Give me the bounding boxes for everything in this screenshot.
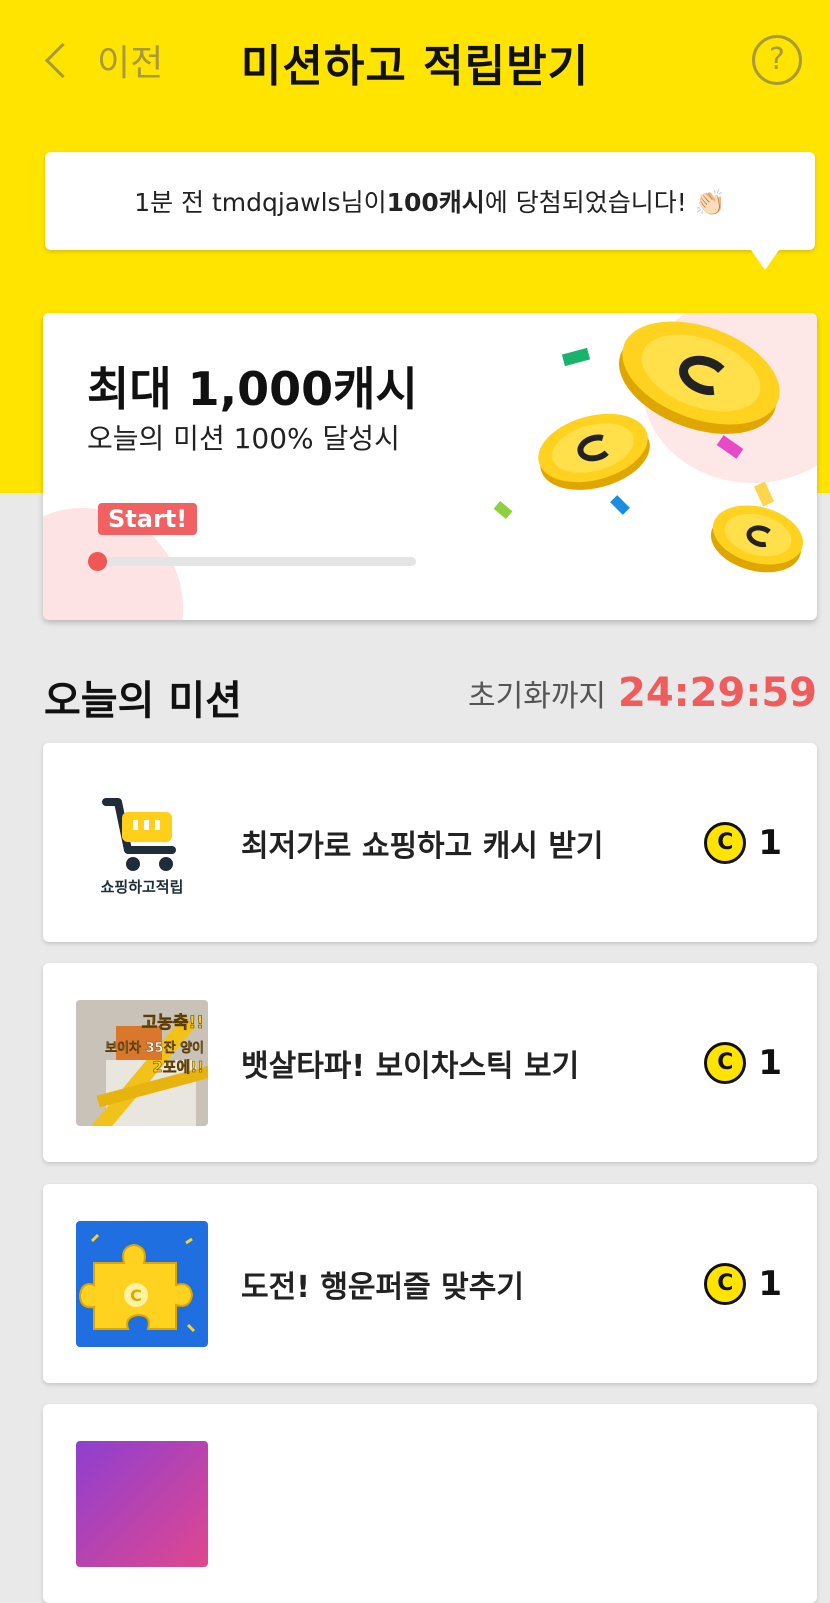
reward-amount: 1 (758, 1263, 782, 1304)
banner-subtitle: 오늘의 미션 100% 달성시 (87, 422, 400, 455)
mission-card-shopping[interactable]: 쇼핑하고적립 최저가로 쇼핑하고 캐시 받기 C 1 (43, 743, 817, 942)
svg-text:고농축!!: 고농축!! (142, 1013, 204, 1033)
page-title: 미션하고 적립받기 (240, 41, 590, 92)
mission-thumbnail (76, 1441, 208, 1567)
mission-reward: C 1 (704, 743, 782, 942)
mission-reward: C 1 (704, 1184, 782, 1383)
tea-stick-product-image: 고농축!! 보이차 35잔 양이 2포에!! (76, 1000, 208, 1126)
help-icon[interactable]: ? (752, 35, 802, 85)
mission-label: 뱃살타파! 보이차스틱 보기 (241, 1048, 580, 1084)
progress-marker (88, 552, 107, 571)
mission-card-puzzle[interactable]: C 도전! 행운퍼즐 맞추기 C 1 (43, 1184, 817, 1383)
mission-thumbnail: 쇼핑하고적립 (76, 780, 208, 906)
mission-card-partial[interactable] (43, 1404, 817, 1603)
mission-label: 최저가로 쇼핑하고 캐시 받기 (241, 828, 604, 864)
reward-amount: 1 (758, 822, 782, 863)
header: 이전 미션하고 적립받기 ? (0, 0, 830, 120)
banner-headline: 최대 1,000캐시 (87, 362, 418, 416)
thumb-caption: 쇼핑하고적립 (101, 878, 184, 896)
svg-text:2포에!!: 2포에!! (152, 1058, 204, 1076)
reward-amount: 1 (758, 1042, 782, 1083)
notice-amount: 100캐시 (386, 188, 485, 217)
cash-coin-icon: C (704, 821, 747, 864)
timer-label: 초기화까지 (468, 679, 607, 714)
svg-text:보이차 35잔 양이: 보이차 35잔 양이 (105, 1040, 204, 1056)
notice-suffix: 에 당첨되었습니다! 👏🏻 (484, 188, 726, 217)
progress-track (98, 557, 416, 566)
reward-banner[interactable]: 최대 1,000캐시 오늘의 미션 100% 달성시 Start! (43, 313, 817, 620)
cash-coin-icon: C (704, 1041, 747, 1084)
section-title: 오늘의 미션 (44, 678, 242, 724)
svg-text:C: C (130, 1286, 142, 1305)
timer-value: 24:29:59 (618, 670, 817, 716)
puzzle-piece-icon: C (76, 1221, 208, 1347)
mission-reward: C 1 (704, 963, 782, 1162)
shopping-cart-icon: 쇼핑하고적립 (101, 798, 184, 896)
start-badge: Start! (98, 503, 198, 535)
winner-notice: 1분 전 tmdqjawls님이 100캐시 에 당첨되었습니다! 👏🏻 (45, 152, 815, 270)
mission-thumbnail: C (76, 1221, 208, 1347)
notice-prefix: 1분 전 tmdqjawls님이 (134, 188, 387, 217)
cash-coin-icon: C (704, 1262, 747, 1305)
mission-thumbnail: 고농축!! 보이차 35잔 양이 2포에!! (76, 1000, 208, 1126)
mission-label: 도전! 행운퍼즐 맞추기 (241, 1269, 524, 1305)
coins-illustration (493, 321, 804, 573)
reset-timer: 초기화까지 24:29:59 (468, 670, 817, 716)
mission-card-tea[interactable]: 고농축!! 보이차 35잔 양이 2포에!! 뱃살타파! 보이차스틱 보기 C … (43, 963, 817, 1162)
